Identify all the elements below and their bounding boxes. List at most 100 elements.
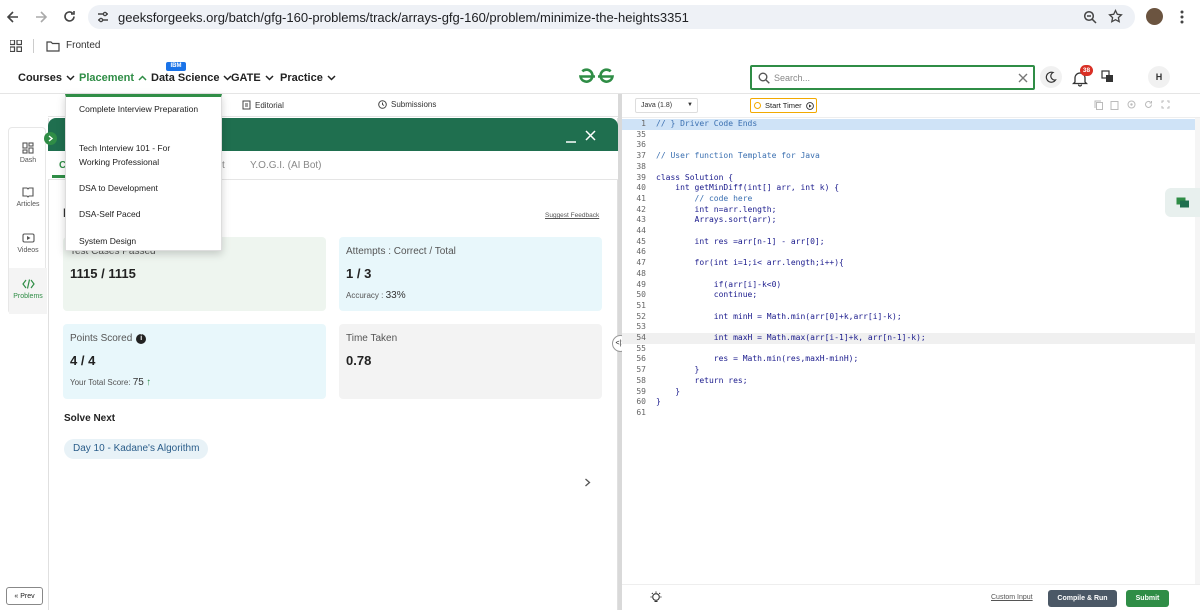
solve-next-chip[interactable]: Day 10 - Kadane's Algorithm <box>64 439 209 459</box>
line-number: 41 <box>636 193 646 203</box>
translate-icon[interactable] <box>1101 70 1114 83</box>
language-select[interactable]: Java (1.8) ▼ <box>635 98 698 113</box>
chevron-down-icon <box>265 75 274 81</box>
start-timer-button[interactable]: Start Timer <box>750 98 817 113</box>
tab-custom-input[interactable]: t <box>222 160 225 171</box>
tab-submissions-label: Submissions <box>391 100 437 109</box>
minimize-icon[interactable] <box>565 132 577 144</box>
solve-next-heading: Solve Next <box>64 413 116 424</box>
line-number: 35 <box>636 129 646 139</box>
notification-count-badge: 38 <box>1080 65 1093 76</box>
line-number: 43 <box>636 215 646 225</box>
nav-data-science-label: Data Science <box>151 72 220 84</box>
bookmark-folder-label[interactable]: Fronted <box>66 40 100 51</box>
search-box[interactable] <box>750 65 1035 90</box>
lightbulb-icon[interactable] <box>649 591 663 605</box>
total-score-row: Your Total Score: 75 ↑ <box>70 377 151 388</box>
nav-practice[interactable]: Practice <box>280 72 336 84</box>
close-icon[interactable] <box>585 130 596 141</box>
chevron-right-icon <box>48 135 53 142</box>
menu-item-complete-interview[interactable]: Complete Interview Preparation <box>79 102 204 116</box>
code-text: // } Driver Code Ends <box>656 119 758 128</box>
book-icon <box>22 187 34 198</box>
line-number: 47 <box>636 258 646 268</box>
code-line: 49 if(arr[i]-k<0) <box>622 280 1200 291</box>
rail-item-dash[interactable]: Dash <box>9 142 47 164</box>
code-line: 58 return res; <box>622 376 1200 387</box>
submit-button[interactable]: Submit <box>1126 590 1169 607</box>
custom-input-link[interactable]: Custom Input <box>991 594 1033 601</box>
code-text: } <box>656 386 681 396</box>
gfg-logo[interactable] <box>577 67 616 86</box>
clear-search-icon[interactable] <box>1018 73 1028 83</box>
apps-grid-icon[interactable] <box>10 40 22 52</box>
compile-run-button[interactable]: Compile & Run <box>1048 590 1117 607</box>
rail-item-label: Videos <box>17 247 39 254</box>
placement-dropdown: Complete Interview Preparation Tech Inte… <box>65 94 222 251</box>
fullscreen-icon[interactable] <box>1161 100 1170 109</box>
dark-mode-button[interactable] <box>1040 66 1062 88</box>
expand-button[interactable] <box>44 132 57 145</box>
forward-arrow-icon[interactable] <box>34 10 48 24</box>
code-text: return res; <box>656 375 748 385</box>
url-text[interactable]: geeksforgeeks.org/batch/gfg-160-problems… <box>118 10 689 25</box>
bookmark-star-icon[interactable] <box>1108 9 1123 24</box>
code-line: 38 <box>622 162 1200 173</box>
dropdown-caret-icon: ▼ <box>687 102 693 108</box>
line-number: 57 <box>636 365 646 375</box>
search-input[interactable] <box>774 69 1014 87</box>
menu-item-dsa-to-development[interactable]: DSA to Development <box>79 181 158 195</box>
start-timer-label: Start Timer <box>765 101 802 110</box>
tab-yogi-ai-bot[interactable]: Y.O.G.I. (AI Bot) <box>250 160 322 171</box>
paste-icon[interactable] <box>1110 100 1119 110</box>
line-number: 38 <box>636 161 646 171</box>
rail-item-articles[interactable]: Articles <box>9 186 47 208</box>
code-line: 37 // User function Template for Java <box>622 151 1200 162</box>
rail-item-problems[interactable]: Problems <box>9 268 47 314</box>
code-line: 56 res = Math.min(res,maxH-minH); <box>622 354 1200 365</box>
menu-item-system-design[interactable]: System Design <box>79 234 136 248</box>
nav-data-science[interactable]: Data Science <box>151 72 233 84</box>
notifications-button[interactable]: 38 <box>1071 65 1093 87</box>
code-line: 41 // code here <box>622 194 1200 205</box>
test-cases-value: 1115 / 1115 <box>70 266 136 281</box>
site-settings-icon[interactable] <box>96 10 110 24</box>
nav-courses[interactable]: Courses <box>18 72 75 84</box>
code-editor[interactable]: 1 // } Driver Code Ends 35 36 37 // User func… <box>622 118 1200 584</box>
nav-courses-label: Courses <box>18 72 63 84</box>
reset-icon[interactable] <box>1144 100 1153 109</box>
suggest-feedback-link[interactable]: Suggest Feedback <box>545 212 599 219</box>
rail-item-videos[interactable]: Videos <box>9 232 47 254</box>
points-value: 4 / 4 <box>70 353 96 368</box>
menu-item-dsa-self-paced[interactable]: DSA-Self Paced <box>79 207 140 221</box>
nav-placement[interactable]: Placement <box>79 72 147 84</box>
user-avatar[interactable]: H <box>1148 66 1170 88</box>
browser-menu-icon[interactable] <box>1180 10 1184 24</box>
back-arrow-icon[interactable] <box>6 10 20 24</box>
code-line: 47 for(int i=1;i< arr.length;i++){ <box>622 258 1200 269</box>
menu-item-tech-interview[interactable]: Tech Interview 101 - For Working Profess… <box>79 141 199 169</box>
settings-icon[interactable] <box>1127 100 1136 109</box>
code-line: 35 <box>622 130 1200 141</box>
profile-avatar[interactable] <box>1146 8 1163 25</box>
tab-submissions[interactable]: Submissions <box>378 100 436 109</box>
reload-icon[interactable] <box>62 9 77 24</box>
prev-button[interactable]: « Prev <box>6 587 43 605</box>
code-line: 44 <box>622 226 1200 237</box>
info-icon[interactable]: i <box>136 333 147 344</box>
line-number: 52 <box>636 311 646 321</box>
code-text: } <box>656 397 661 407</box>
line-number: 55 <box>636 343 646 353</box>
copy-icon[interactable] <box>1094 100 1103 110</box>
nav-gate[interactable]: GATE <box>231 72 274 84</box>
chevron-right-icon[interactable] <box>584 478 591 487</box>
zoom-icon[interactable] <box>1083 10 1097 24</box>
code-line: 50 continue; <box>622 290 1200 301</box>
editorial-icon <box>242 100 251 110</box>
tab-editorial[interactable]: Editorial <box>242 100 284 110</box>
chat-button[interactable] <box>1165 188 1200 217</box>
line-number: 48 <box>636 268 646 278</box>
points-title: Points Scored i <box>70 333 147 344</box>
video-icon <box>21 233 35 243</box>
line-number: 60 <box>636 397 646 407</box>
